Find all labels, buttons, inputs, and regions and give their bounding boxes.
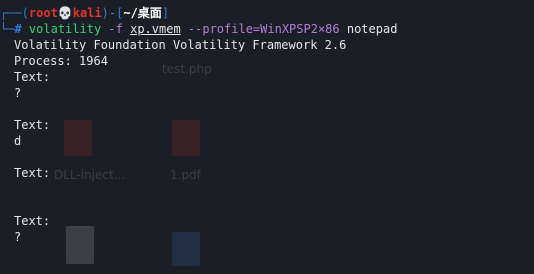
text-label: Text:	[14, 118, 51, 132]
process-line: Process: 1964	[14, 54, 108, 68]
prompt-separator: )-[	[101, 6, 124, 20]
terminal-window[interactable]: test.php DLL-inject... 1.pdf ┌──(root💀ka…	[0, 0, 534, 274]
prompt-hash: #	[14, 22, 22, 36]
command-program: volatility	[28, 22, 102, 36]
prompt-path: ~/桌面	[123, 6, 162, 20]
text-label: Text:	[14, 70, 51, 84]
banner-line: Volatility Foundation Volatility Framewo…	[14, 38, 347, 52]
prompt-user: root	[28, 6, 58, 20]
prompt-line: ┌──(root💀kali)-[~/桌面]	[0, 5, 534, 21]
text-label: Text:	[14, 166, 51, 180]
terminal-output: ┌──(root💀kali)-[~/桌面] └─# volatility -f …	[0, 0, 534, 274]
command-file-arg: xp.vmem	[130, 22, 181, 36]
text-value	[0, 181, 534, 197]
skull-icon: 💀	[57, 6, 73, 20]
text-label: Text:	[14, 214, 51, 228]
text-value: ?	[14, 86, 22, 100]
prompt-corner-bottom: └─	[0, 22, 15, 36]
prompt-bracket-close: ]	[161, 6, 170, 20]
command-line[interactable]: └─# volatility -f xp.vmem --profile=WinX…	[0, 21, 534, 37]
command-flag: -f	[108, 22, 123, 36]
prompt-corner-top: ┌──(	[0, 6, 29, 20]
text-value: ?	[14, 230, 22, 244]
command-plugin: notepad	[346, 22, 398, 36]
prompt-host: kali	[72, 6, 102, 20]
command-profile: --profile=WinXPSP2×86	[187, 22, 340, 36]
text-value: d	[14, 134, 22, 148]
